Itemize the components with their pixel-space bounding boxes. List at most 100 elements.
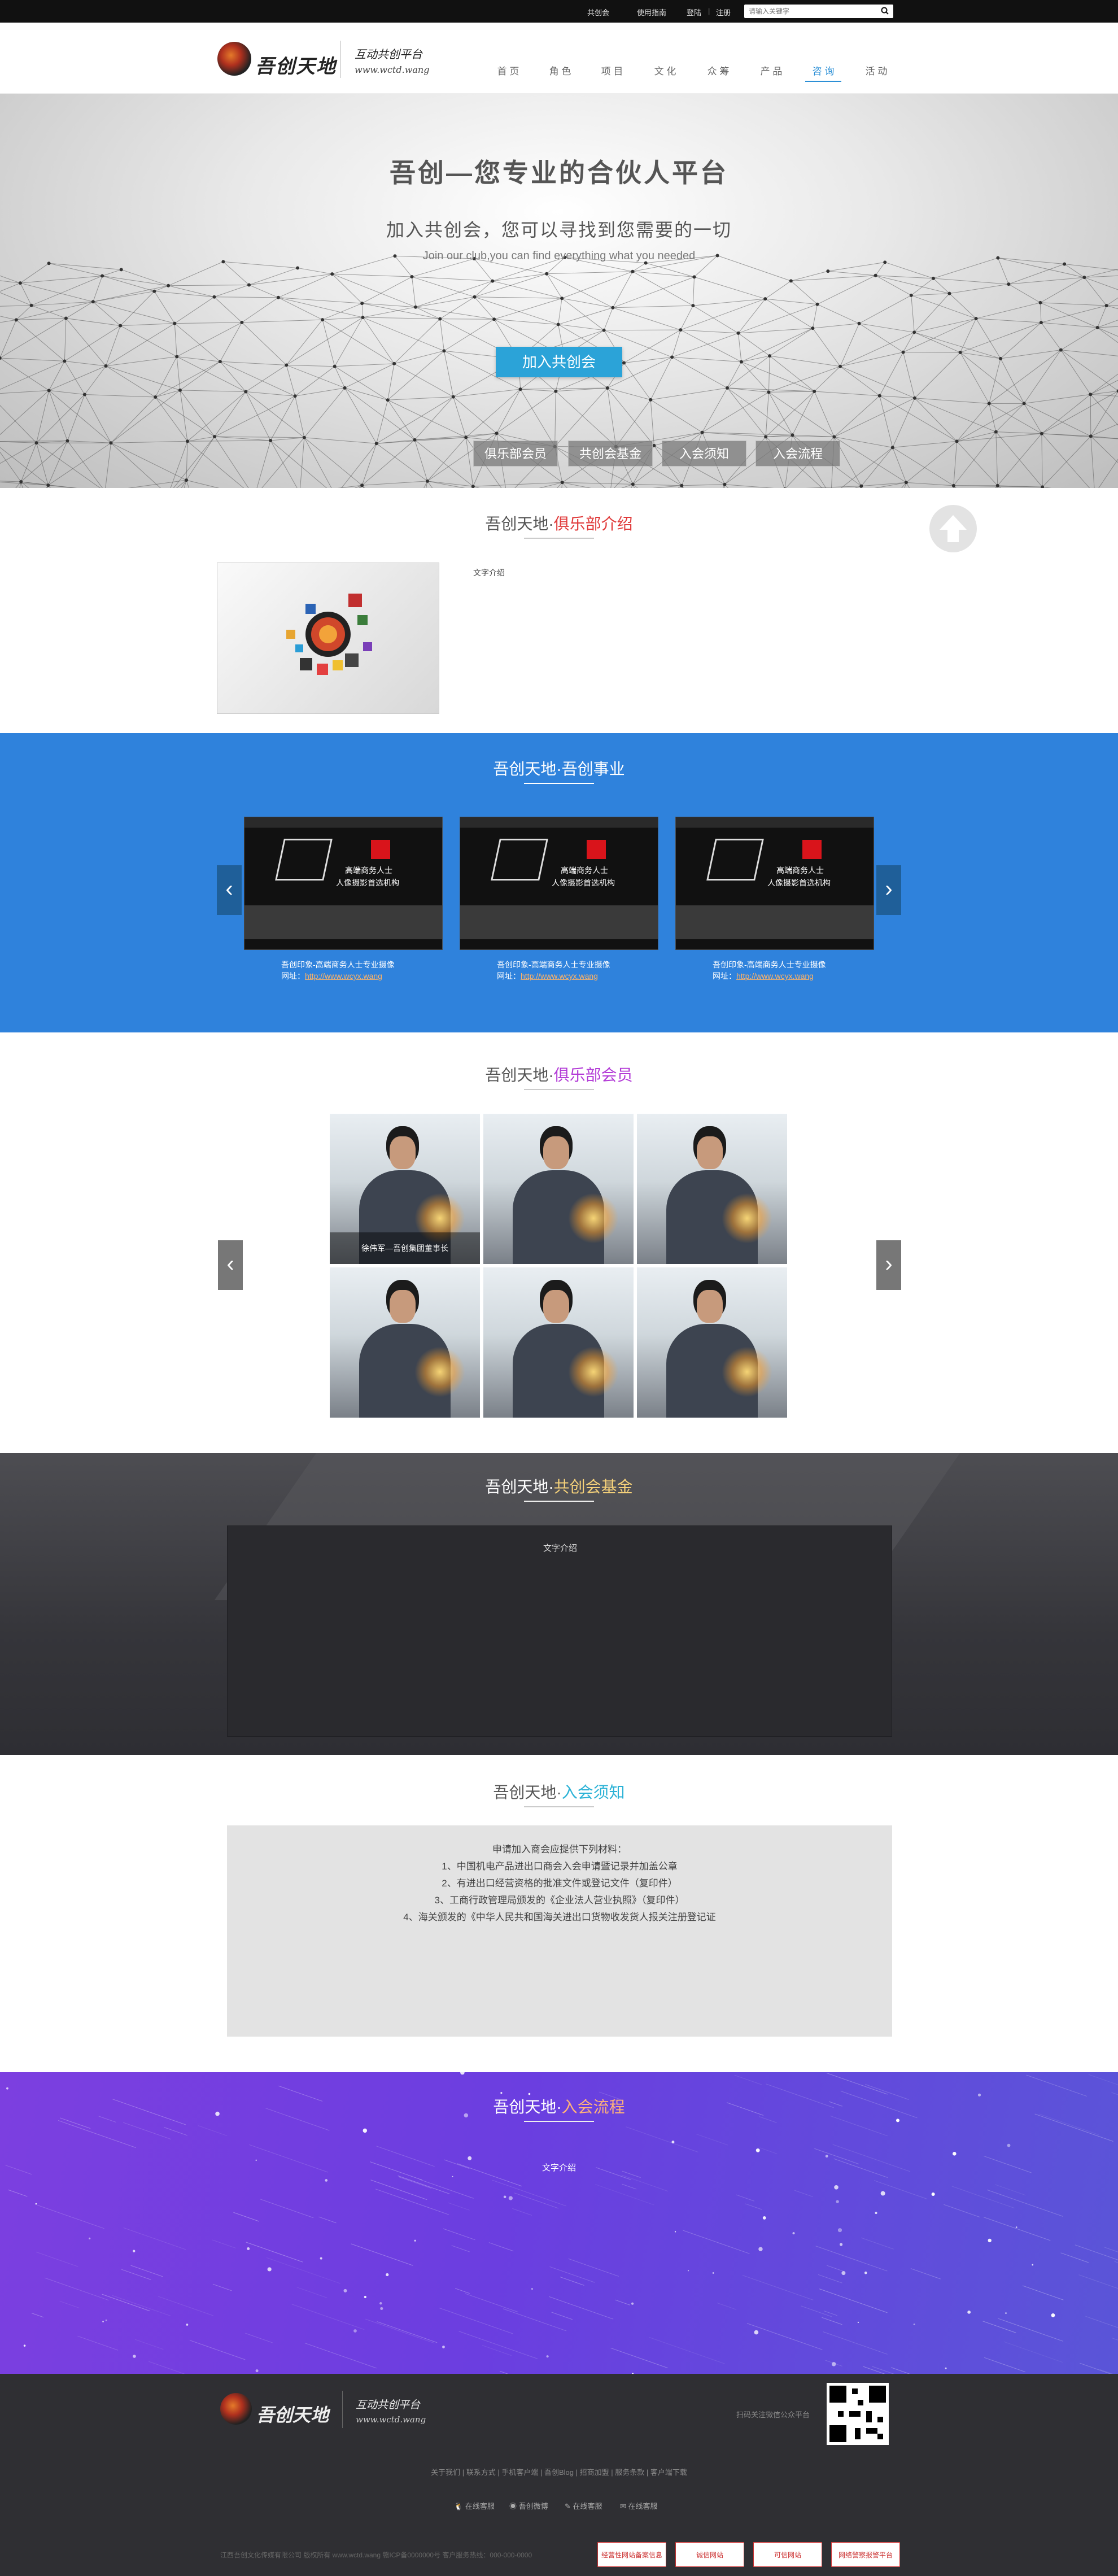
footer-logo-divider <box>342 2391 343 2428</box>
chat-icon: ✎ <box>565 2502 571 2510</box>
hero-tab-members[interactable]: 俱乐部会员 <box>473 441 558 467</box>
footer-link-mobile[interactable]: 手机客户端 <box>501 2468 538 2477</box>
business-url-link[interactable]: http://www.wcyx.wang <box>305 971 382 980</box>
topbar-link-register[interactable]: 注册 <box>716 7 731 18</box>
card-graphic <box>491 839 548 881</box>
nav-products[interactable]: 产 品 <box>753 63 789 77</box>
footer-social-service[interactable]: ✎ 在线客服 <box>565 2500 602 2511</box>
nav-projects[interactable]: 项 目 <box>594 63 630 77</box>
card-shot-line2: 人像摄影首选机构 <box>767 878 831 887</box>
topbar-link-gongchuanghui[interactable]: 共创会 <box>587 7 609 18</box>
members-title-underline <box>524 1089 594 1090</box>
fund-text: 文字介绍 <box>543 1544 577 1553</box>
card-shot-line1: 高端商务人士 <box>345 866 392 875</box>
nav-roles[interactable]: 角 色 <box>542 63 578 77</box>
business-section-title: 吾创天地·吾创事业 <box>0 757 1118 779</box>
logo-text[interactable]: 吾创天地 <box>255 51 337 79</box>
footer-slogan-url: www.wctd.wang <box>356 2414 426 2425</box>
footer-link-download[interactable]: 客户端下载 <box>650 2468 687 2477</box>
nav-crowdfunding[interactable]: 众 筹 <box>700 63 736 77</box>
business-section: 吾创天地·吾创事业 ‹ › 高端商务人士 人像摄影首选机构 吾创印象-高端商务人… <box>0 733 1118 1032</box>
search-icon[interactable] <box>881 7 889 15</box>
badge-icp[interactable]: 经营性网站备案信息 <box>597 2542 666 2567</box>
footer-link-about[interactable]: 关于我们 <box>431 2468 460 2477</box>
business-card[interactable]: 高端商务人士 人像摄影首选机构 <box>460 817 658 950</box>
intro-text: 文字介绍 <box>473 568 505 577</box>
business-url-label: 网址： <box>281 971 305 980</box>
copyright: 江西吾创文化传媒有限公司 版权所有 www.wctd.wang 赣ICP备000… <box>220 2551 532 2559</box>
hero-subtitle: 加入共创会，您可以寻找到您需要的一切 <box>386 220 732 240</box>
nav-home[interactable]: 首 页 <box>490 63 526 77</box>
fund-title-prefix: 吾创天地· <box>485 1478 554 1496</box>
business-url-label: 网址： <box>713 971 736 980</box>
business-url-link[interactable]: http://www.wcyx.wang <box>736 971 814 980</box>
top-bar: 共创会 使用指南 登陆 | 注册 <box>0 0 1118 23</box>
footer-link-franchise[interactable]: 招商加盟 <box>580 2468 609 2477</box>
logo-emblem-icon[interactable] <box>217 42 251 76</box>
process-title-underline <box>524 2121 594 2122</box>
search-box <box>744 5 893 18</box>
hero-tab-process[interactable]: 入会流程 <box>755 441 840 467</box>
card-shot-line1: 高端商务人士 <box>776 866 824 875</box>
back-to-top-button[interactable] <box>929 505 977 552</box>
members-next-button[interactable]: › <box>876 1240 901 1290</box>
search-input[interactable] <box>744 5 868 18</box>
footer-social-qq[interactable]: 🐧 在线客服 <box>454 2500 495 2511</box>
card-thumbnail-strip <box>676 905 874 939</box>
badge-police[interactable]: 网络警察报警平台 <box>831 2542 900 2567</box>
notice-line: 3、工商行政管理局颁发的《企业法人营业执照》（复印件） <box>434 1895 685 1906</box>
hero-tab-fund[interactable]: 共创会基金 <box>568 441 653 467</box>
club-logo-collage <box>286 594 372 675</box>
member-card[interactable] <box>637 1114 787 1264</box>
member-card[interactable] <box>637 1267 787 1418</box>
member-card[interactable]: 徐伟军—吾创集团董事长 <box>330 1114 480 1264</box>
member-card[interactable] <box>483 1114 634 1264</box>
business-caption-title: 吾创印象-高端商务人士专业摄像 <box>281 960 395 969</box>
process-section-title: 吾创天地·入会流程 <box>0 2095 1118 2117</box>
business-card[interactable]: 高端商务人士 人像摄影首选机构 <box>675 817 874 950</box>
business-prev-button[interactable]: ‹ <box>217 865 242 915</box>
nav-events[interactable]: 活 动 <box>858 63 894 77</box>
badge-honest-site[interactable]: 诚信网站 <box>675 2542 744 2567</box>
footer-link-contact[interactable]: 联系方式 <box>466 2468 496 2477</box>
footer-logo-emblem-icon[interactable] <box>220 2393 252 2425</box>
badge-trusted-site[interactable]: 可信网站 <box>753 2542 822 2567</box>
site-footer: 吾创天地 互动共创平台 www.wctd.wang 扫码关注微信公众平台 关于我… <box>0 2374 1118 2576</box>
member-card[interactable] <box>483 1267 634 1418</box>
process-section: 吾创天地·入会流程 文字介绍 <box>0 2072 1118 2374</box>
notice-line: 4、海关颁发的《中华人民共和国海关进出口货物收发货人报关注册登记证 <box>403 1912 716 1923</box>
fund-title-highlight: 共创会基金 <box>553 1478 633 1496</box>
business-next-button[interactable]: › <box>876 865 901 915</box>
notice-content-box <box>227 1825 892 2037</box>
nav-culture[interactable]: 文 化 <box>647 63 683 77</box>
business-title-prefix: 吾创天地· <box>493 760 562 778</box>
footer-link-terms[interactable]: 服务条款 <box>615 2468 644 2477</box>
logo-divider <box>340 41 341 78</box>
card-browser-bar <box>244 817 442 827</box>
qr-hint: 扫码关注微信公众平台 <box>736 2411 810 2419</box>
hero-tab-notice[interactable]: 入会须知 <box>662 441 746 467</box>
nav-consult[interactable]: 咨 询 <box>805 63 841 82</box>
footer-social-label: 在线客服 <box>628 2502 658 2510</box>
hero-banner: 吾创—您专业的合伙人平台 加入共创会，您可以寻找到您需要的一切 Join our… <box>0 94 1118 488</box>
business-caption: 吾创印象-高端商务人士专业摄像 网址：http://www.wcyx.wang <box>713 959 826 982</box>
footer-social-wechat[interactable]: ✉ 在线客服 <box>620 2500 658 2511</box>
footer-link-blog[interactable]: 吾创Blog <box>544 2468 574 2477</box>
topbar-link-login[interactable]: 登陆 <box>687 7 701 18</box>
footer-logo-text[interactable]: 吾创天地 <box>256 2401 329 2427</box>
members-section-title: 吾创天地·俱乐部会员 <box>0 1063 1118 1086</box>
members-title-prefix: 吾创天地· <box>485 1066 554 1084</box>
footer-social-label: 在线客服 <box>573 2502 602 2510</box>
card-thumbnail-strip <box>460 905 658 939</box>
member-card[interactable] <box>330 1267 480 1418</box>
notice-line: 申请加入商会应提供下列材料： <box>492 1844 627 1855</box>
hero-subtitle-en: Join our club,you can find everything wh… <box>422 250 696 262</box>
members-prev-button[interactable]: ‹ <box>218 1240 243 1290</box>
business-card[interactable]: 高端商务人士 人像摄影首选机构 <box>244 817 443 950</box>
footer-social-weibo[interactable]: ◉ 吾创微博 <box>509 2500 548 2511</box>
card-browser-bar <box>460 817 658 827</box>
business-url-link[interactable]: http://www.wcyx.wang <box>521 971 598 980</box>
join-button[interactable]: 加入共创会 <box>496 347 622 377</box>
notice-line: 1、中国机电产品进出口商会入会申请暨记录并加盖公章 <box>442 1861 678 1872</box>
topbar-link-guide[interactable]: 使用指南 <box>637 7 666 18</box>
